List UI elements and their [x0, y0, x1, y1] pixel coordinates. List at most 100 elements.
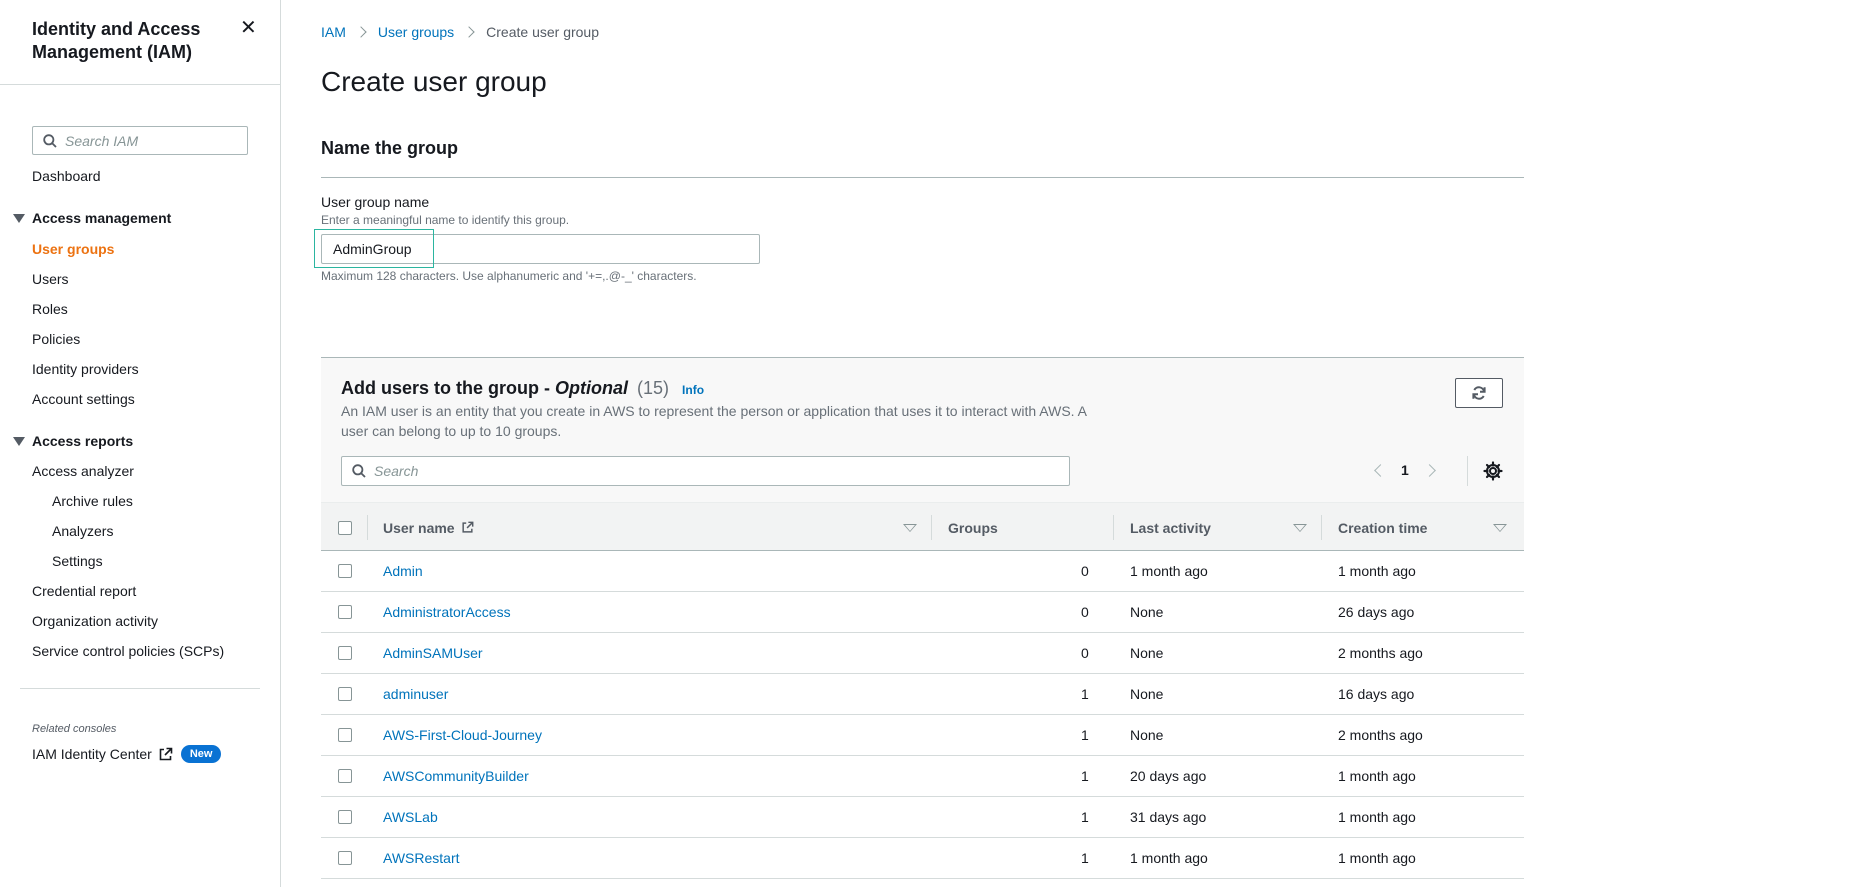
sidebar-search-input[interactable] [65, 132, 235, 149]
table-row: adminuser 1 None 16 days ago [321, 674, 1524, 715]
table-row: AWSCommunityBuilder 1 20 days ago 1 mont… [321, 756, 1524, 797]
new-badge: New [180, 745, 222, 763]
sidebar-divider [20, 688, 260, 689]
row-checkbox[interactable] [338, 728, 352, 742]
sidebar-item-users[interactable]: Users [32, 271, 69, 287]
users-count: (15) [637, 378, 670, 398]
users-search[interactable] [341, 456, 1070, 486]
search-icon [352, 464, 366, 478]
sidebar-search[interactable] [32, 126, 248, 155]
chevron-right-icon[interactable] [1422, 463, 1436, 477]
name-section-title: Name the group [321, 138, 459, 158]
sort-caret-icon[interactable] [1493, 524, 1507, 532]
sidebar-item-organization-activity[interactable]: Organization activity [32, 613, 158, 629]
info-link[interactable]: Info [682, 383, 704, 397]
breadcrumb-current: Create user group [486, 24, 599, 40]
user-name-link[interactable]: AdministratorAccess [383, 592, 511, 632]
row-checkbox-cell [338, 797, 352, 837]
sidebar-divider [0, 84, 280, 85]
group-name-constraint: Maximum 128 characters. Use alphanumeric… [321, 269, 697, 283]
last-activity: None [1130, 727, 1164, 743]
user-name-link[interactable]: Admin [383, 551, 423, 591]
sidebar-item-settings[interactable]: Settings [52, 553, 103, 569]
groups-count: 0 [1081, 563, 1089, 579]
sidebar-item-account-settings[interactable]: Account settings [32, 391, 135, 407]
users-table-body: Admin 0 1 month ago 1 month ago Administ… [321, 551, 1524, 879]
select-all-checkbox[interactable] [338, 520, 352, 535]
table-row: Admin 0 1 month ago 1 month ago [321, 551, 1524, 592]
related-consoles-label: Related consoles [32, 723, 117, 735]
sidebar-item-archive-rules[interactable]: Archive rules [52, 493, 133, 509]
user-name-link[interactable]: AWSCommunityBuilder [383, 756, 529, 796]
sidebar-item-analyzers[interactable]: Analyzers [52, 523, 113, 539]
groups-count: 1 [1081, 686, 1089, 702]
creation-time: 1 month ago [1338, 563, 1416, 579]
group-name-input[interactable] [321, 234, 760, 264]
groups-count: 1 [1081, 727, 1089, 743]
last-activity: 1 month ago [1130, 563, 1208, 579]
sort-caret-icon[interactable] [903, 524, 917, 532]
breadcrumb: IAM User groups Create user group [321, 24, 599, 40]
caret-down-icon [13, 213, 25, 223]
sidebar-item-dashboard[interactable]: Dashboard [32, 168, 101, 184]
side-navigation: Identity and Access Management (IAM) ✕ D… [0, 0, 281, 887]
groups-count: 0 [1081, 604, 1089, 620]
groups-count: 1 [1081, 809, 1089, 825]
user-name-link[interactable]: AWS-First-Cloud-Journey [383, 715, 542, 755]
sidebar-item-policies[interactable]: Policies [32, 331, 80, 347]
page-number[interactable]: 1 [1401, 462, 1409, 478]
breadcrumb-iam[interactable]: IAM [321, 24, 346, 40]
row-checkbox-cell [338, 838, 352, 878]
caret-down-icon [13, 436, 25, 446]
sidebar-item-roles[interactable]: Roles [32, 301, 68, 317]
groups-count: 0 [1081, 645, 1089, 661]
row-checkbox-cell [338, 592, 352, 632]
row-checkbox[interactable] [338, 810, 352, 824]
external-link-icon [462, 521, 474, 533]
breadcrumb-user-groups[interactable]: User groups [378, 24, 454, 40]
sidebar-title[interactable]: Identity and Access Management (IAM) [32, 18, 222, 64]
sidebar-item-identity-providers[interactable]: Identity providers [32, 361, 139, 377]
row-checkbox[interactable] [338, 605, 352, 619]
sidebar-item-credential-report[interactable]: Credential report [32, 583, 136, 599]
creation-time: 1 month ago [1338, 809, 1416, 825]
column-creation-time[interactable]: Creation time [1338, 503, 1427, 552]
row-checkbox[interactable] [338, 769, 352, 783]
sort-caret-icon[interactable] [1293, 524, 1307, 532]
groups-count: 1 [1081, 850, 1089, 866]
user-name-link[interactable]: AWSRestart [383, 838, 460, 878]
groups-count: 1 [1081, 768, 1089, 784]
row-checkbox[interactable] [338, 564, 352, 578]
user-name-link[interactable]: adminuser [383, 674, 448, 714]
add-users-panel: Add users to the group - Optional (15) I… [321, 357, 1524, 887]
row-checkbox[interactable] [338, 851, 352, 865]
gear-icon[interactable] [1483, 461, 1503, 481]
table-row: AWSLab 1 31 days ago 1 month ago [321, 797, 1524, 838]
column-divider [367, 515, 368, 540]
close-icon[interactable]: ✕ [240, 18, 257, 38]
column-user-name[interactable]: User name [383, 503, 474, 552]
page-title: Create user group [321, 66, 547, 97]
row-checkbox[interactable] [338, 646, 352, 660]
chevron-right-icon [463, 26, 475, 38]
row-checkbox[interactable] [338, 687, 352, 701]
creation-time: 2 months ago [1338, 645, 1423, 661]
section-access-management[interactable]: Access management [13, 210, 171, 226]
user-name-link[interactable]: AWSLab [383, 797, 438, 837]
users-search-input[interactable] [374, 463, 1054, 479]
select-all-cell [338, 503, 352, 552]
column-groups[interactable]: Groups [948, 503, 998, 552]
identity-center-link[interactable]: IAM Identity Center New [32, 745, 222, 763]
column-last-activity[interactable]: Last activity [1130, 503, 1211, 552]
optional-label: Optional [555, 378, 628, 398]
pagination: 1 [1374, 462, 1436, 478]
chevron-left-icon[interactable] [1374, 463, 1387, 477]
sidebar-item-user-groups[interactable]: User groups [32, 241, 114, 257]
table-row: AWSRestart 1 1 month ago 1 month ago [321, 838, 1524, 879]
refresh-button[interactable] [1455, 378, 1503, 408]
sidebar-item-access-analyzer[interactable]: Access analyzer [32, 463, 134, 479]
group-name-label: User group name [321, 194, 430, 210]
sidebar-item-scps[interactable]: Service control policies (SCPs) [32, 643, 224, 659]
section-access-reports[interactable]: Access reports [13, 433, 133, 449]
user-name-link[interactable]: AdminSAMUser [383, 633, 483, 673]
